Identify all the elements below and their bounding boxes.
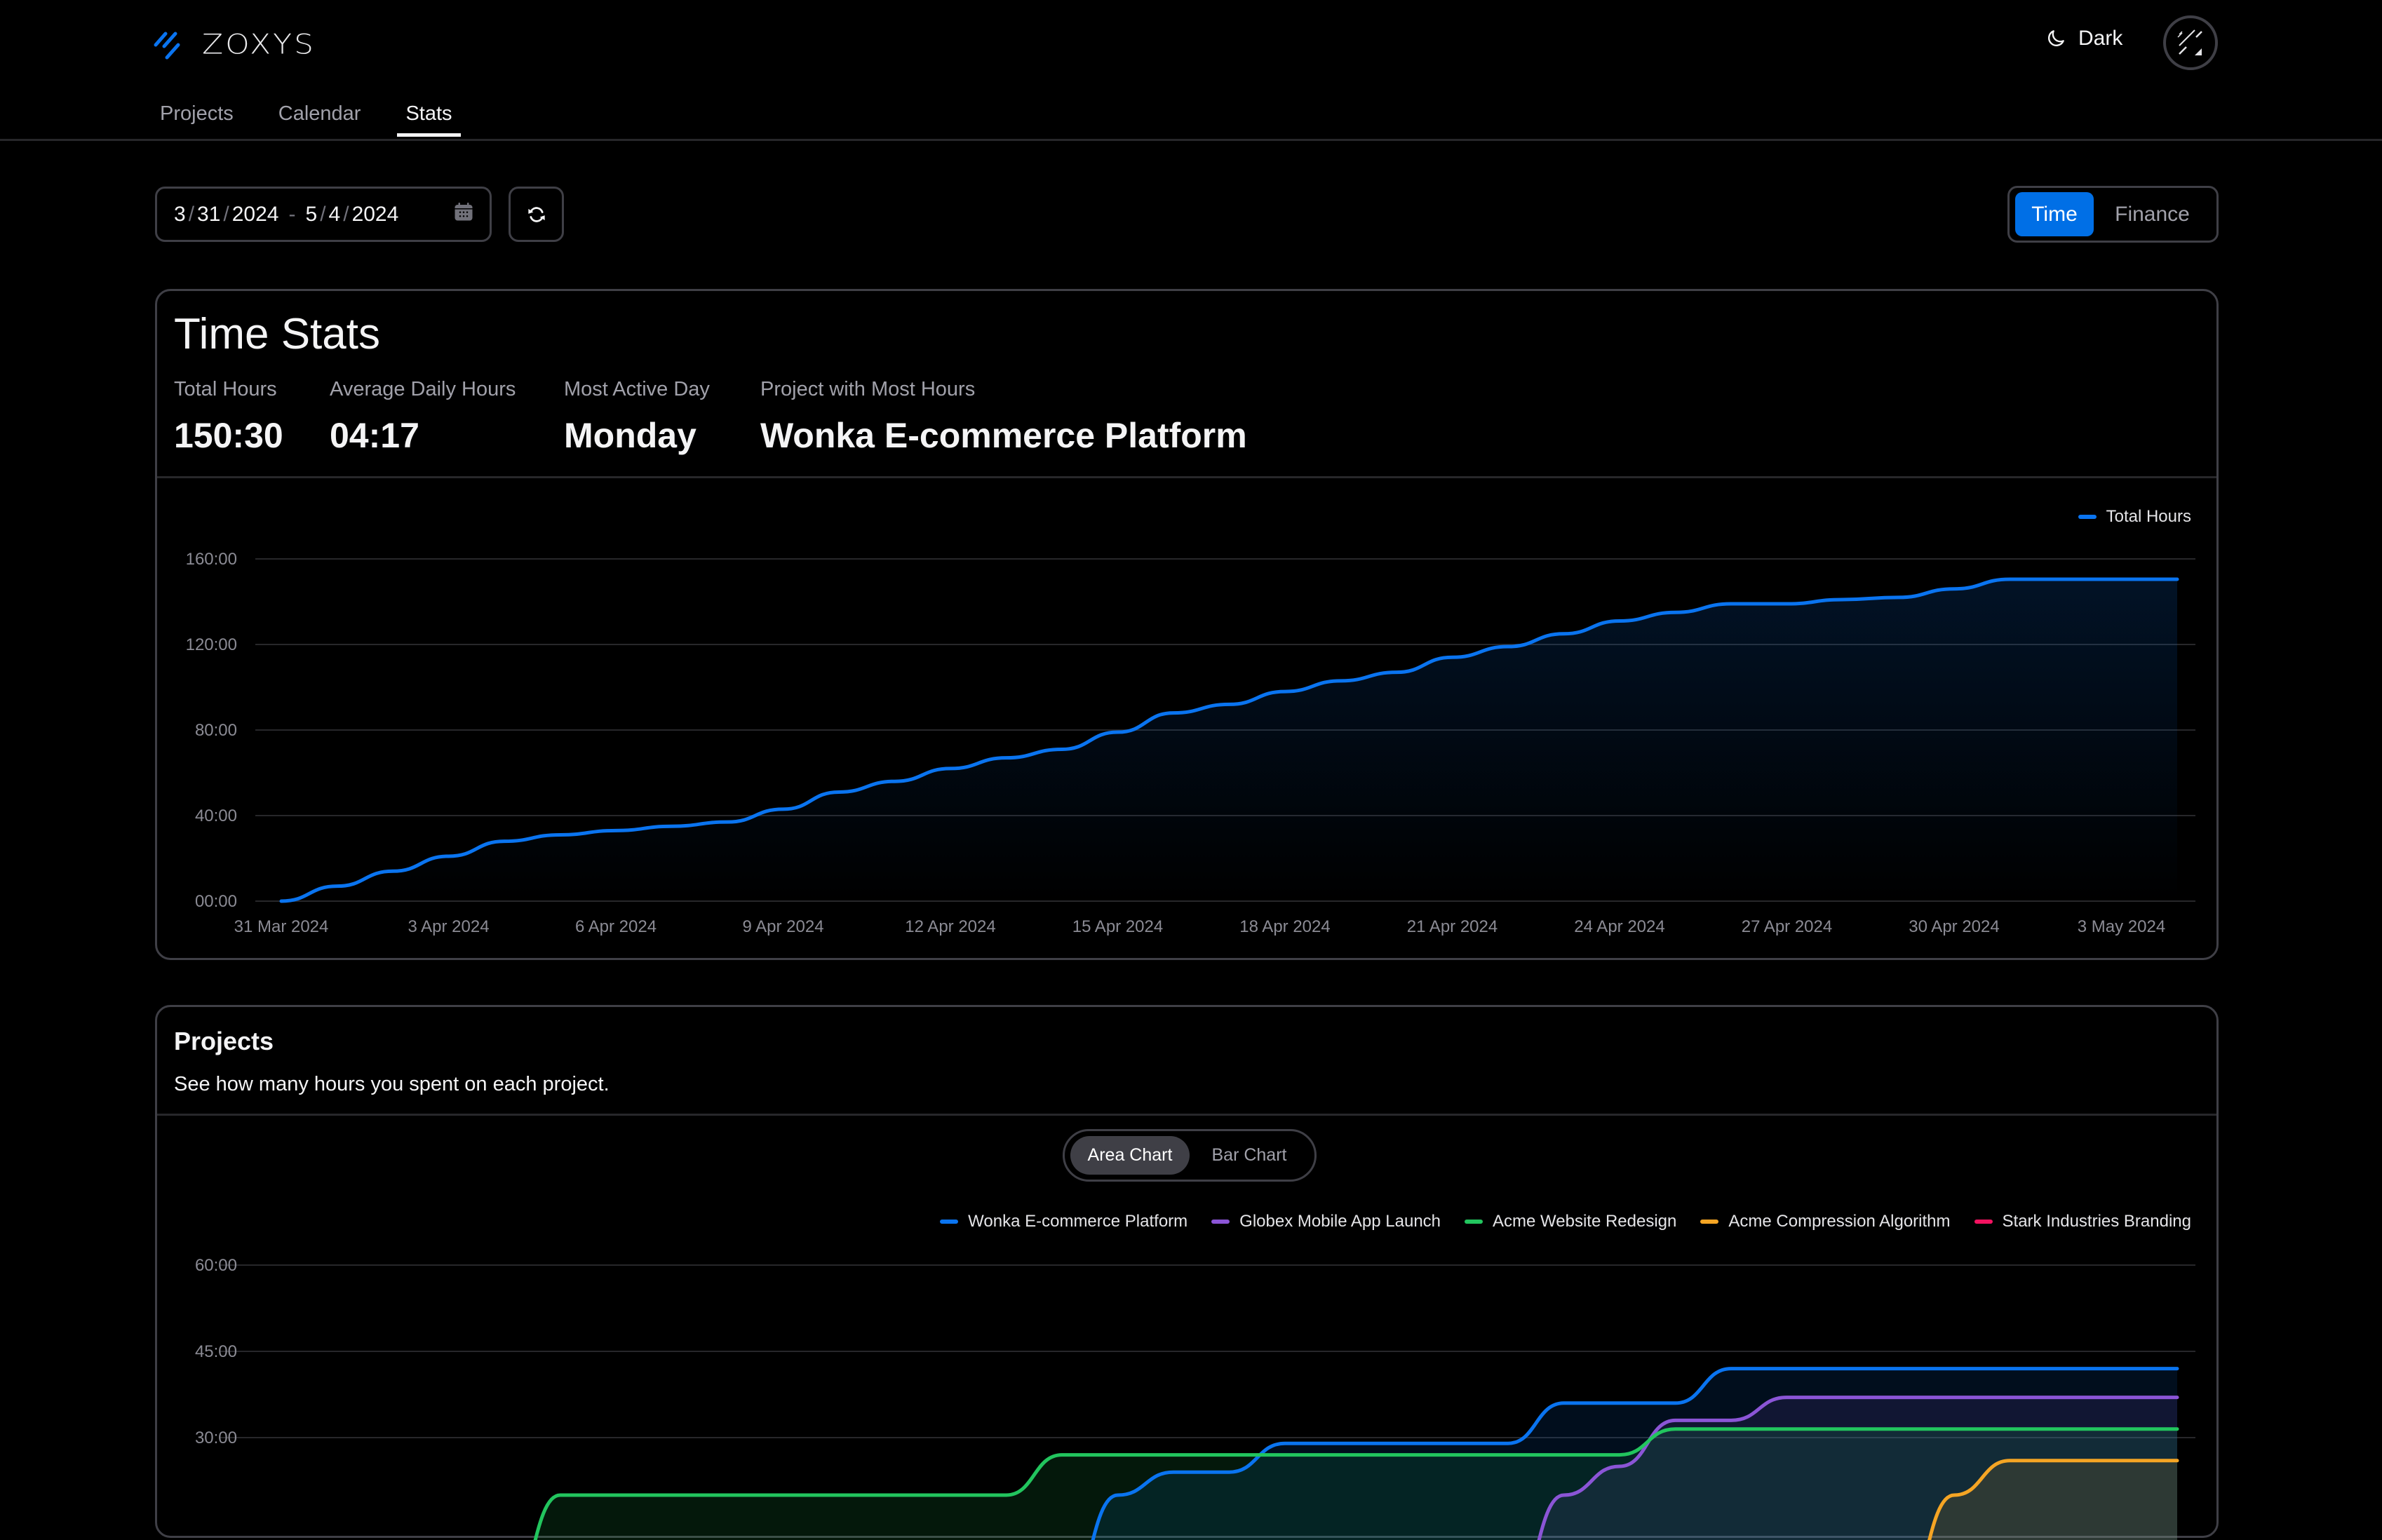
x-tick-label: 21 Apr 2024 [1407, 917, 1498, 936]
y-tick-label: 80:00 [195, 721, 237, 740]
area-chart-button[interactable]: Area Chart [1070, 1136, 1190, 1175]
card-divider [157, 1114, 2216, 1116]
legend-label: Acme Website Redesign [1493, 1212, 1677, 1231]
y-tick-label: 00:00 [195, 892, 237, 911]
stat-value: 150:30 [174, 416, 283, 455]
theme-label: Dark [2078, 27, 2123, 50]
nav-tab-calendar[interactable]: Calendar [278, 102, 361, 137]
x-tick-label: 3 May 2024 [2078, 917, 2165, 936]
legend-label: Acme Compression Algorithm [1728, 1212, 1951, 1231]
y-tick-label: 120:00 [186, 635, 237, 654]
stat-top-project: Project with Most Hours Wonka E-commerce… [760, 378, 1247, 456]
refresh-button[interactable] [509, 187, 564, 242]
legend-swatch [1974, 1220, 1993, 1224]
legend-item-acme-website[interactable]: Acme Website Redesign [1465, 1212, 1676, 1231]
calendar-icon[interactable] [453, 201, 474, 228]
x-tick-label: 30 Apr 2024 [1909, 917, 1999, 936]
brand-logo[interactable]: ZOXYS [153, 27, 316, 62]
stat-label: Project with Most Hours [760, 378, 976, 400]
avatar-pattern-icon [2177, 29, 2202, 55]
refresh-icon [527, 206, 545, 222]
x-tick-label: 31 Mar 2024 [234, 917, 329, 936]
projects-card: Projects See how many hours you spent on… [155, 1005, 2219, 1540]
mode-finance-button[interactable]: Finance [2094, 192, 2211, 236]
end-year[interactable]: 2024 [352, 203, 399, 227]
legend-item-globex[interactable]: Globex Mobile App Launch [1211, 1212, 1441, 1231]
date-range-picker[interactable]: 3/31/2024 - 5/4/2024 [155, 187, 492, 242]
date-slash: / [188, 202, 195, 226]
range-separator: - [288, 202, 296, 226]
mode-switch: Time Finance [2007, 186, 2219, 243]
card-divider [157, 476, 2216, 478]
bar-chart-button[interactable]: Bar Chart [1190, 1136, 1309, 1175]
stat-value: 04:17 [330, 416, 419, 455]
time-stats-card: Time Stats Total Hours 150:30 Average Da… [155, 289, 2219, 960]
date-slash: / [223, 202, 229, 226]
legend-swatch [1465, 1220, 1483, 1224]
logo-mark-icon [154, 32, 180, 59]
legend-swatch [2078, 515, 2097, 519]
legend-item-acme-compression[interactable]: Acme Compression Algorithm [1700, 1212, 1951, 1231]
x-tick-label: 9 Apr 2024 [742, 917, 823, 936]
y-tick-label: 45:00 [195, 1342, 237, 1361]
stat-total-hours: Total Hours 150:30 [174, 378, 283, 456]
stat-value: Wonka E-commerce Platform [760, 416, 1247, 455]
x-tick-label: 6 Apr 2024 [575, 917, 657, 936]
legend-swatch [1211, 1220, 1230, 1224]
main-nav: Projects Calendar Stats [160, 102, 497, 137]
brand-name: ZOXYS [202, 28, 316, 61]
chart-type-toggle: Area Chart Bar Chart [1063, 1129, 1317, 1182]
y-tick-label: 40:00 [195, 806, 237, 825]
time-stats-title: Time Stats [174, 310, 380, 358]
x-tick-label: 12 Apr 2024 [905, 917, 995, 936]
end-month[interactable]: 5 [306, 203, 318, 227]
series-area-2 [535, 1428, 2177, 1540]
date-slash: / [343, 202, 349, 226]
x-tick-label: 24 Apr 2024 [1574, 917, 1664, 936]
legend-label: Wonka E-commerce Platform [968, 1212, 1188, 1231]
user-avatar[interactable] [2163, 15, 2218, 70]
nav-divider [0, 139, 2382, 141]
legend-label: Globex Mobile App Launch [1239, 1212, 1441, 1231]
total-hours-area [281, 579, 2177, 901]
stat-label: Most Active Day [564, 378, 710, 400]
stat-average-daily-hours: Average Daily Hours 04:17 [330, 378, 516, 456]
stat-most-active-day: Most Active Day Monday [564, 378, 710, 456]
x-tick-label: 15 Apr 2024 [1072, 917, 1163, 936]
stat-value: Monday [564, 416, 697, 455]
stat-label: Average Daily Hours [330, 378, 516, 400]
y-tick-label: 160:00 [186, 550, 237, 569]
date-slash: / [320, 202, 326, 226]
moon-icon [2048, 30, 2064, 46]
start-year[interactable]: 2024 [232, 203, 279, 227]
legend-swatch [940, 1220, 959, 1224]
start-month[interactable]: 3 [174, 203, 186, 227]
projects-area-chart: 30:00 45:00 60:00 [195, 1256, 2195, 1540]
legend-item-stark[interactable]: Stark Industries Branding [1974, 1212, 2191, 1231]
theme-toggle[interactable]: Dark [2045, 27, 2122, 50]
y-tick-label: 60:00 [195, 1256, 237, 1275]
x-tick-label: 3 Apr 2024 [408, 917, 489, 936]
total-hours-chart: 00:00 40:00 80:00 120:00 160:00 31 Mar 2024 3 … [186, 550, 2195, 936]
nav-tab-projects[interactable]: Projects [160, 102, 234, 137]
stat-label: Total Hours [174, 378, 277, 400]
x-tick-label: 27 Apr 2024 [1742, 917, 1832, 936]
mode-time-button[interactable]: Time [2015, 192, 2094, 236]
x-tick-label: 18 Apr 2024 [1239, 917, 1330, 936]
projects-subtitle: See how many hours you spent on each pro… [174, 1073, 610, 1095]
projects-legend: Wonka E-commerce Platform Globex Mobile … [940, 1212, 2191, 1231]
end-day[interactable]: 4 [329, 203, 341, 227]
legend-label: Stark Industries Branding [2002, 1212, 2191, 1231]
projects-title: Projects [174, 1027, 274, 1055]
legend-swatch [1700, 1220, 1719, 1224]
nav-tab-stats[interactable]: Stats [397, 102, 461, 137]
legend-item-wonka[interactable]: Wonka E-commerce Platform [940, 1212, 1187, 1231]
start-day[interactable]: 31 [197, 203, 220, 227]
y-tick-label: 30:00 [195, 1428, 237, 1447]
